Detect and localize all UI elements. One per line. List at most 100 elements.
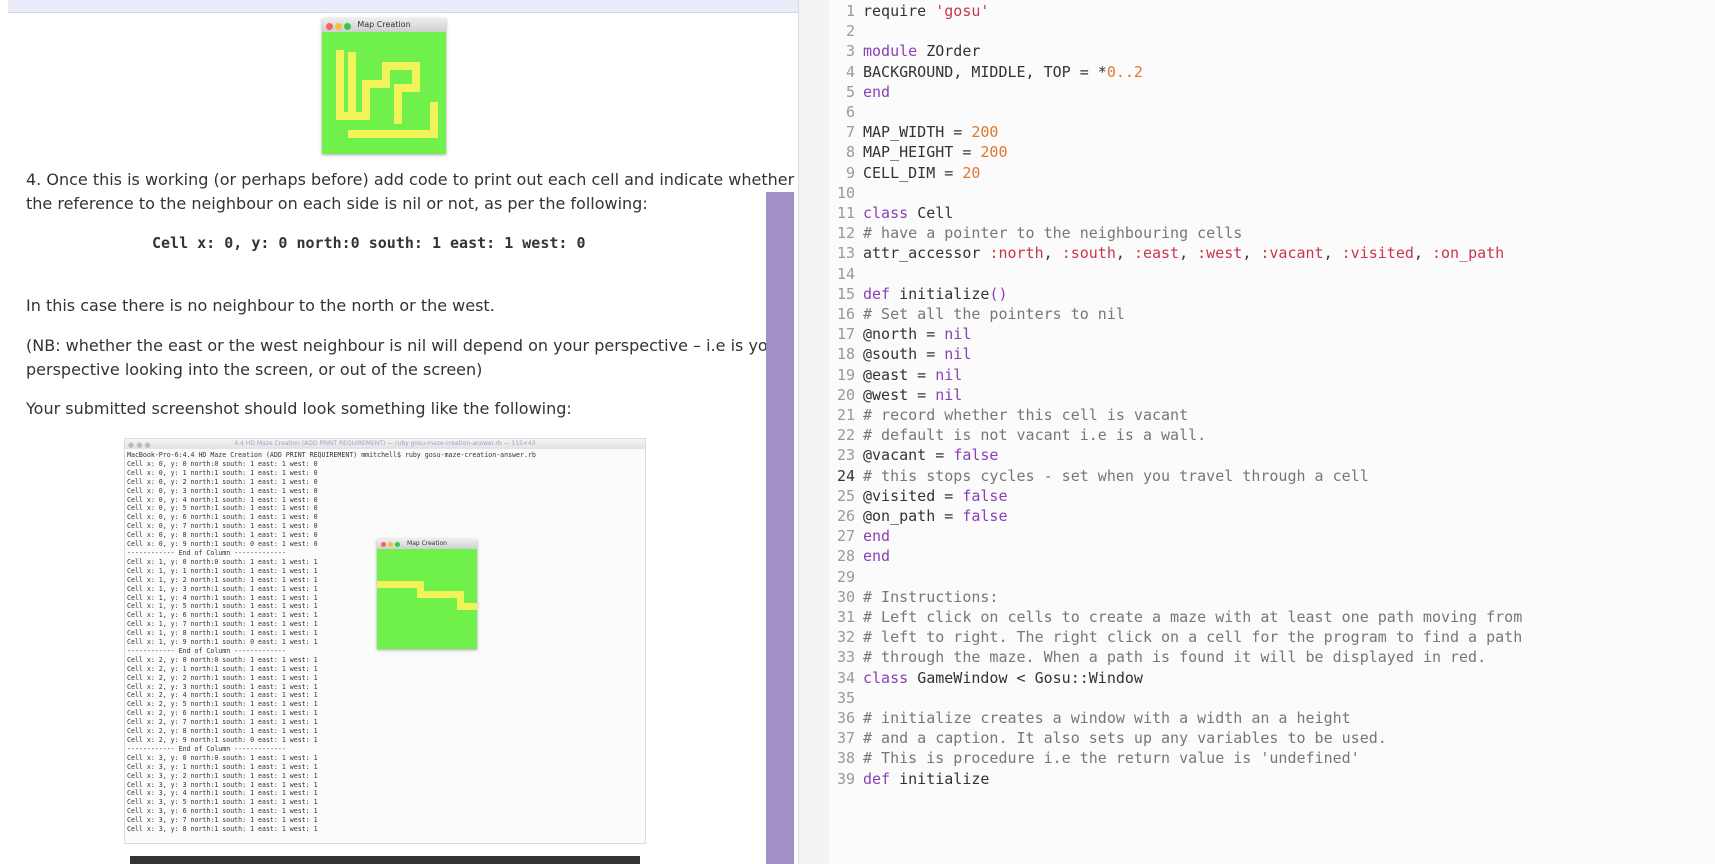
code-token: GameWindow < Gosu::Window	[917, 668, 1143, 687]
line-number: 9	[845, 163, 855, 182]
code-line[interactable]: 28 end	[829, 545, 890, 567]
code-token: # through the maze. When a path is found…	[863, 648, 1487, 667]
line-number: 6	[845, 103, 855, 121]
code-token: # Left click on cells to create a maze w…	[863, 608, 1523, 626]
line-number: 22	[836, 426, 855, 445]
line-number: 20	[836, 385, 855, 404]
paragraph-nb: (NB: whether the east or the west neighb…	[26, 336, 785, 379]
terminal-line: Cell x: 0, y: 7 north:1 south: 1 east: 1…	[127, 522, 318, 531]
code-token: @visited =	[863, 486, 963, 505]
terminal-line: Cell x: 3, y: 1 north:1 south: 1 east: 1…	[127, 762, 318, 771]
terminal-map-window: Map Creation	[377, 539, 477, 649]
code-line[interactable]: 38 # This is procedure i.e the return val…	[829, 747, 1360, 769]
code-line[interactable]: 5 end	[829, 81, 890, 103]
code-line[interactable]: 15 def initialize()	[829, 283, 1008, 305]
terminal-line: Cell x: 2, y: 7 north:1 south: 1 east: 1…	[127, 718, 318, 727]
line-number: 31	[836, 608, 855, 626]
terminal-line: Cell x: 3, y: 2 north:1 south: 1 east: 1…	[127, 771, 318, 780]
code-token: @vacant =	[863, 446, 954, 465]
terminal-line: Cell x: 2, y: 2 north:1 south: 1 east: 1…	[127, 673, 318, 682]
code-line[interactable]: 35	[829, 687, 863, 709]
sample-output-line: Cell x: 0, y: 0 north:0 south: 1 east: 1…	[152, 234, 586, 252]
code-token: attr_accessor	[863, 244, 990, 263]
code-line[interactable]: 11 class Cell	[829, 202, 953, 224]
terminal-maze-field	[377, 549, 477, 649]
code-line[interactable]: 27 end	[829, 525, 890, 547]
code-line[interactable]: 13 attr_accessor :north, :south, :east, :…	[829, 242, 1504, 264]
code-line[interactable]: 12 # have a pointer to the neighbouring c…	[829, 222, 1242, 244]
code-line[interactable]: 23 @vacant = false	[829, 444, 999, 466]
line-number: 17	[836, 325, 855, 344]
document-scrollbar[interactable]	[766, 192, 794, 864]
code-line[interactable]: 37 # and a caption. It also sets up any v…	[829, 727, 1387, 749]
line-number: 4	[845, 62, 855, 81]
code-line[interactable]: 32 # left to right. The right click on a …	[829, 626, 1522, 648]
code-token: def	[863, 769, 900, 788]
code-token: CELL_DIM =	[863, 163, 963, 182]
line-number: 19	[836, 365, 855, 384]
code-line[interactable]: 20 @west = nil	[829, 384, 962, 406]
code-line[interactable]: 26 @on_path = false	[829, 505, 1008, 527]
line-number: 23	[836, 446, 855, 465]
code-line[interactable]: 31 # Left click on cells to create a maze…	[829, 606, 1522, 628]
code-line[interactable]: 10	[829, 182, 863, 204]
code-token: MAP_WIDTH =	[863, 123, 972, 142]
code-line[interactable]: 36 # initialize creates a window with a w…	[829, 707, 1351, 729]
code-line[interactable]: 30 # Instructions:	[829, 586, 999, 608]
code-line[interactable]: 34 class GameWindow < Gosu::Window	[829, 667, 1143, 689]
terminal-line: Cell x: 2, y: 4 north:1 south: 1 east: 1…	[127, 691, 318, 700]
code-token: @on_path =	[863, 507, 963, 525]
terminal-line: Cell x: 3, y: 8 north:1 south: 1 east: 1…	[127, 825, 318, 834]
code-line[interactable]: 18 @south = nil	[829, 343, 971, 365]
line-number: 38	[836, 749, 855, 768]
line-number: 18	[836, 345, 855, 364]
line-number: 14	[836, 264, 855, 283]
code-token: :on_path	[1431, 244, 1505, 263]
terminal-line: Cell x: 2, y: 8 north:1 south: 1 east: 1…	[127, 727, 318, 736]
code-token: BACKGROUND, MIDDLE, TOP = *	[863, 62, 1107, 81]
map-creation-window: Map Creation	[322, 18, 446, 154]
code-line[interactable]: 19 @east = nil	[829, 364, 962, 386]
line-number: 11	[836, 204, 855, 222]
line-number: 34	[836, 668, 855, 687]
terminal-line: Cell x: 2, y: 9 north:1 south: 0 east: 1…	[127, 736, 318, 744]
code-token: Cell	[917, 204, 954, 222]
line-number: 13	[836, 244, 855, 263]
code-token: @south =	[863, 345, 945, 364]
code-line[interactable]: 17 @north = nil	[829, 323, 971, 345]
terminal-line: Cell x: 2, y: 0 north:0 south: 1 east: 1…	[127, 655, 318, 664]
code-line[interactable]: 24 # this stops cycles - set when you tra…	[829, 465, 1369, 487]
code-line[interactable]: 8 MAP_HEIGHT = 200	[829, 141, 1008, 163]
code-token: # record whether this cell is vacant	[863, 406, 1189, 424]
code-token: module	[863, 42, 927, 61]
terminal-map-titlebar: Map Creation	[377, 539, 477, 549]
code-token: false	[953, 446, 999, 465]
line-number: 33	[836, 648, 855, 667]
code-line[interactable]: 33 # through the maze. When a path is fou…	[829, 646, 1486, 668]
code-line[interactable]: 14	[829, 263, 863, 285]
code-token: :west	[1197, 244, 1243, 263]
line-number: 29	[836, 567, 855, 586]
code-token: # have a pointer to the neighbouring cel…	[863, 224, 1243, 243]
code-token: @north =	[863, 325, 945, 344]
terminal-line: Cell x: 0, y: 6 north:1 south: 1 east: 1…	[127, 513, 318, 522]
code-line[interactable]: 9 CELL_DIM = 20	[829, 162, 980, 184]
code-line[interactable]: 6	[829, 101, 863, 123]
code-line[interactable]: 29	[829, 566, 863, 588]
code-line[interactable]: 39 def initialize	[829, 768, 990, 790]
terminal-line: Cell x: 0, y: 2 north:1 south: 1 east: 1…	[127, 477, 318, 486]
code-line[interactable]: 16 # Set all the pointers to nil	[829, 303, 1125, 325]
code-line[interactable]: 25 @visited = false	[829, 485, 1008, 507]
line-number: 10	[836, 183, 855, 202]
code-line[interactable]: 3 module ZOrder	[829, 40, 980, 62]
code-token: MAP_HEIGHT =	[863, 143, 981, 162]
code-line[interactable]: 7 MAP_WIDTH = 200	[829, 121, 999, 143]
code-line[interactable]: 22 # default is not vacant i.e is a wall.	[829, 424, 1206, 446]
code-token: false	[962, 486, 1008, 505]
code-editor: 1 require 'gosu' 2 3 module ZOrder 4 BACKGROUN…	[829, 0, 1715, 864]
code-line[interactable]: 1 require 'gosu'	[829, 0, 989, 22]
code-line[interactable]: 2	[829, 20, 863, 42]
terminal-screenshot: ● ● ● 4.4 HD Maze Creation (ADD PRINT RE…	[124, 438, 646, 844]
code-line[interactable]: 4 BACKGROUND, MIDDLE, TOP = *0..2	[829, 61, 1143, 83]
code-line[interactable]: 21 # record whether this cell is vacant	[829, 404, 1188, 426]
